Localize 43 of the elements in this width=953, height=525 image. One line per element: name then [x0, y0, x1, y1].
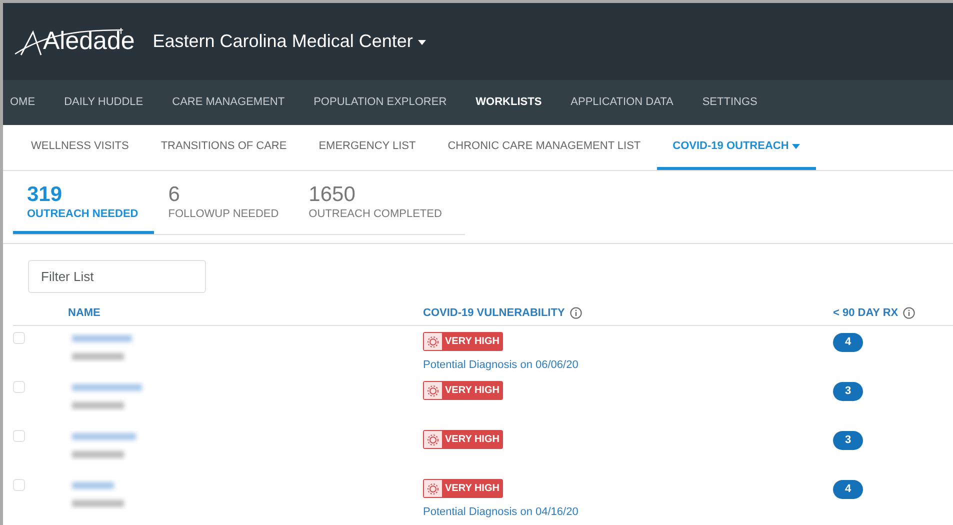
nav-link[interactable]: SETTINGS [702, 94, 758, 111]
vulnerability-badge: VERY HIGH [423, 430, 504, 450]
stat-tab[interactable]: 1650 OUTREACH COMPLETED [294, 171, 458, 234]
worklist-tab[interactable]: EMERGENCY LIST [302, 125, 432, 170]
info-icon [903, 306, 916, 319]
stat-tab[interactable]: 319 OUTREACH NEEDED [13, 171, 154, 234]
column-header[interactable]: < 90 DAY RX [833, 304, 898, 322]
nav-link[interactable]: CARE MANAGEMENT [172, 94, 285, 111]
virus-icon [427, 434, 439, 446]
column-header[interactable]: NAME [68, 304, 100, 322]
nav-link[interactable]: POPULATION EXPLORER [314, 94, 447, 111]
info-icon [570, 306, 582, 319]
nav-link[interactable]: DAILY HUDDLE [64, 94, 144, 111]
stat-tab[interactable]: 6 FOLLOWUP NEEDED [154, 171, 295, 234]
rx-count-badge: 4 [833, 333, 863, 352]
vulnerability-badge: VERY HIGH [423, 332, 504, 352]
column-header[interactable]: COVID-19 VULNERABILITY [423, 304, 565, 322]
rx-count-badge: 3 [833, 431, 863, 450]
vulnerability-badge: VERY HIGH [423, 479, 504, 498]
virus-icon [427, 384, 439, 397]
worklist-tab[interactable]: CHRONIC CARE MANAGEMENT LIST [432, 125, 657, 170]
row-checkbox[interactable] [13, 430, 25, 442]
row-checkbox[interactable] [13, 332, 25, 344]
rx-count-badge: 3 [833, 382, 863, 401]
row-checkbox[interactable] [13, 381, 25, 394]
organization-dropdown[interactable]: Eastern Carolina Medical Center [152, 28, 426, 55]
nav-link[interactable]: WORKLISTS [476, 94, 542, 111]
nav-link[interactable]: APPLICATION DATA [570, 94, 674, 111]
nav-link[interactable]: OME [10, 94, 36, 111]
worklist-tab[interactable]: COVID-19 OUTREACH [656, 125, 816, 170]
caret-icon [418, 40, 426, 45]
diagnosis-link[interactable]: Potential Diagnosis on 04/16/20 [423, 504, 833, 520]
row-checkbox[interactable] [13, 479, 25, 492]
caret-icon [792, 144, 800, 148]
virus-icon [427, 336, 439, 348]
virus-icon [427, 482, 439, 495]
vulnerability-badge: VERY HIGH [423, 381, 504, 400]
worklist-tab[interactable]: TRANSITIONS OF CARE [144, 125, 303, 170]
rx-count-badge: 4 [833, 480, 863, 499]
diagnosis-link[interactable]: Potential Diagnosis on 06/06/20 [423, 356, 833, 374]
logo[interactable]: Aledade [13, 22, 135, 60]
worklist-tab[interactable]: WELLNESS VISITS [15, 125, 145, 170]
filter-field[interactable]: Filter List [28, 260, 206, 293]
